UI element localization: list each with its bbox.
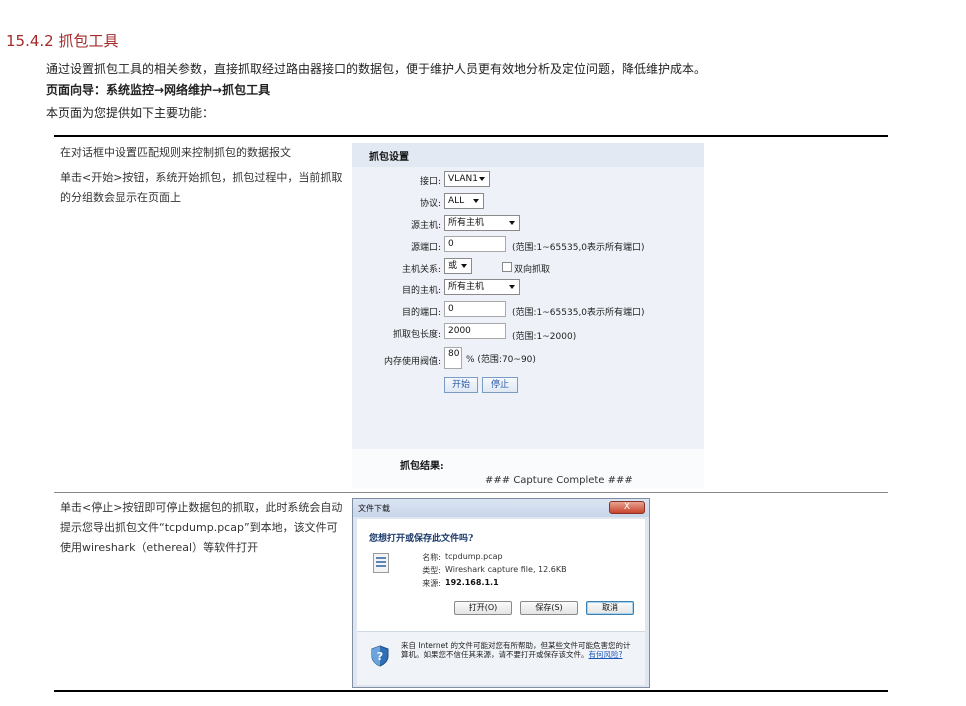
table-mid-rule — [54, 492, 888, 493]
table-bottom-rule — [54, 690, 888, 692]
host-relation-select[interactable]: 或 — [444, 258, 472, 274]
memory-threshold-label: 内存使用阀值: — [383, 357, 441, 367]
memory-threshold-hint: % (范围:70~90) — [466, 355, 536, 365]
file-icon — [373, 553, 389, 573]
protocol-value: ALL — [448, 196, 465, 206]
intro-text: 通过设置抓包工具的相关参数，直接抓取经过路由器接口的数据包，便于维护人员更有效地… — [46, 62, 707, 76]
svg-text:?: ? — [377, 650, 383, 663]
file-type-value: Wireshark capture file, 12.6KB — [445, 565, 567, 574]
risk-link[interactable]: 有何风险? — [589, 650, 623, 659]
protocol-select[interactable]: ALL — [444, 193, 484, 209]
row1-description-b: 单击<开始>按钮，系统开始抓包，抓包过程中，当前抓取的分组数会显示在页面上 — [60, 171, 343, 204]
file-name-label: 名称: — [422, 553, 441, 562]
file-name-value: tcpdump.pcap — [445, 552, 503, 561]
host-relation-label: 主机关系: — [401, 265, 441, 275]
table-top-rule — [54, 135, 888, 137]
src-port-label: 源端口: — [410, 243, 441, 253]
row2-description: 单击<停止>按钮即可停止数据包的抓取，此时系统会自动提示您导出抓包文件“tcpd… — [60, 501, 343, 554]
chevron-down-icon — [509, 221, 515, 225]
panel-title: 抓包设置 — [369, 152, 409, 163]
start-button[interactable]: 开始 — [444, 377, 478, 393]
open-button[interactable]: 打开(O) — [454, 601, 512, 615]
dst-port-input[interactable]: 0 — [444, 301, 506, 317]
interface-select[interactable]: VLAN1 — [444, 171, 490, 187]
panel-header: 抓包设置 — [352, 143, 704, 167]
dst-host-select[interactable]: 所有主机 — [444, 279, 520, 295]
features-lead: 本页面为您提供如下主要功能： — [46, 106, 215, 120]
warning-text: 来自 Internet 的文件可能对您有所帮助，但某些文件可能危害您的计算机。如… — [401, 641, 637, 659]
dialog-question: 您想打开或保存此文件吗? — [369, 534, 474, 544]
bidirectional-checkbox[interactable] — [502, 262, 512, 272]
src-host-label: 源主机: — [410, 221, 441, 231]
src-host-select[interactable]: 所有主机 — [444, 215, 520, 231]
cancel-button[interactable]: 取消 — [586, 601, 634, 615]
chevron-down-icon — [509, 285, 515, 289]
capture-length-label: 抓取包长度: — [392, 330, 441, 340]
src-host-value: 所有主机 — [448, 218, 485, 228]
file-type-label: 类型: — [422, 566, 441, 575]
file-source-label: 来源: — [422, 579, 441, 588]
interface-label: 接口: — [419, 177, 441, 187]
dialog-title: 文件下载 — [358, 504, 390, 513]
dialog-titlebar: 文件下载 X — [353, 499, 649, 517]
dst-port-label: 目的端口: — [401, 308, 441, 318]
memory-threshold-input[interactable]: 80 — [444, 347, 462, 369]
bidirectional-label: 双向抓取 — [514, 265, 551, 275]
capture-length-input[interactable]: 2000 — [444, 323, 506, 339]
chevron-down-icon — [473, 199, 479, 203]
src-port-hint: (范围:1~65535,0表示所有端口) — [512, 243, 645, 253]
nav-path: 页面向导：系统监控→网络维护→抓包工具 — [46, 83, 271, 97]
file-download-dialog: 文件下载 X 您想打开或保存此文件吗? 名称: tcpdump.pcap 类型:… — [352, 498, 650, 688]
section-title: 15.4.2 抓包工具 — [6, 32, 119, 50]
result-label: 抓包结果: — [400, 461, 444, 472]
src-port-input[interactable]: 0 — [444, 236, 506, 252]
dst-host-label: 目的主机: — [401, 286, 441, 296]
close-button[interactable]: X — [609, 501, 645, 514]
host-relation-value: 或 — [448, 261, 458, 271]
capture-length-hint: (范围:1~2000) — [512, 332, 577, 342]
result-text: ### Capture Complete ### — [485, 475, 633, 486]
interface-value: VLAN1 — [448, 174, 478, 184]
shield-icon: ? — [371, 645, 389, 667]
capture-settings-panel: 抓包设置 接口: VLAN1 协议: ALL 源主机: 所有主机 源端口: 0 … — [352, 143, 704, 489]
save-button[interactable]: 保存(S) — [520, 601, 578, 615]
chevron-down-icon — [479, 177, 485, 181]
stop-button[interactable]: 停止 — [482, 377, 518, 393]
dst-host-value: 所有主机 — [448, 282, 485, 292]
file-source-value: 192.168.1.1 — [445, 578, 499, 587]
dialog-body: 您想打开或保存此文件吗? 名称: tcpdump.pcap 类型: Wiresh… — [357, 519, 645, 685]
protocol-label: 协议: — [419, 199, 441, 209]
row1-description-a: 在对话框中设置匹配规则来控制抓包的数据报文 — [60, 146, 291, 159]
chevron-down-icon — [461, 264, 467, 268]
dst-port-hint: (范围:1~65535,0表示所有端口) — [512, 308, 645, 318]
